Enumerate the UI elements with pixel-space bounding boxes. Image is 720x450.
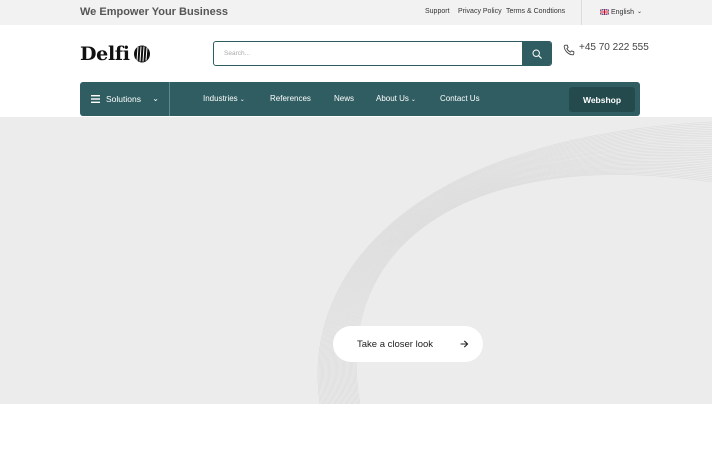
webshop-button[interactable]: Webshop xyxy=(569,87,635,112)
nav-item-contact-us[interactable]: Contact Us xyxy=(440,94,480,103)
privacy-policy-link[interactable]: Privacy Policy xyxy=(458,8,502,15)
hamburger-menu-icon xyxy=(91,95,100,103)
phone-contact[interactable]: +45 70 222 555 xyxy=(563,41,649,56)
main-nav: Solutions ⌄ Industries ⌄ References News … xyxy=(80,82,640,116)
language-selector[interactable]: English ⌄ xyxy=(600,7,642,17)
search-icon xyxy=(531,48,542,59)
nav-item-label: News xyxy=(334,94,355,103)
search-bar xyxy=(213,41,552,66)
top-bar: We Empower Your Business Support Privacy… xyxy=(0,0,712,25)
support-link[interactable]: Support xyxy=(425,8,450,15)
cta-label: Take a closer look xyxy=(357,338,434,350)
nav-item-label: Contact Us xyxy=(440,94,480,103)
solutions-menu-button[interactable]: Solutions ⌄ xyxy=(80,82,170,116)
hero-banner: Take a closer look xyxy=(0,117,712,404)
logo[interactable]: Delfi xyxy=(80,42,151,66)
nav-item-about-us[interactable]: About Us ⌄ xyxy=(376,94,416,103)
search-button[interactable] xyxy=(522,42,551,65)
terms-conditions-link[interactable]: Terms & Condtions xyxy=(506,8,565,15)
uk-flag-icon xyxy=(600,9,609,15)
tagline: We Empower Your Business xyxy=(80,6,228,18)
search-input[interactable] xyxy=(214,42,522,65)
chevron-down-icon: ⌄ xyxy=(152,94,159,103)
delfi-logo-mark-icon xyxy=(133,45,150,63)
nav-item-news[interactable]: News xyxy=(334,94,354,103)
arrow-right-icon xyxy=(454,334,474,354)
solutions-label: Solutions xyxy=(106,94,141,104)
chevron-down-icon: ⌄ xyxy=(636,9,642,15)
logo-text: Delfi xyxy=(80,43,130,65)
nav-item-label: Industries xyxy=(203,94,238,103)
top-divider xyxy=(581,0,582,25)
nav-item-references[interactable]: References xyxy=(270,94,311,103)
nav-item-label: About Us xyxy=(376,94,409,103)
phone-icon xyxy=(563,44,575,56)
phone-number: +45 70 222 555 xyxy=(579,41,649,53)
chevron-down-icon: ⌄ xyxy=(239,97,245,103)
nav-item-label: References xyxy=(270,94,311,103)
take-closer-look-button[interactable]: Take a closer look xyxy=(333,326,483,362)
language-label: English xyxy=(611,8,634,16)
chevron-down-icon: ⌄ xyxy=(410,97,416,103)
nav-item-industries[interactable]: Industries ⌄ xyxy=(203,94,245,103)
